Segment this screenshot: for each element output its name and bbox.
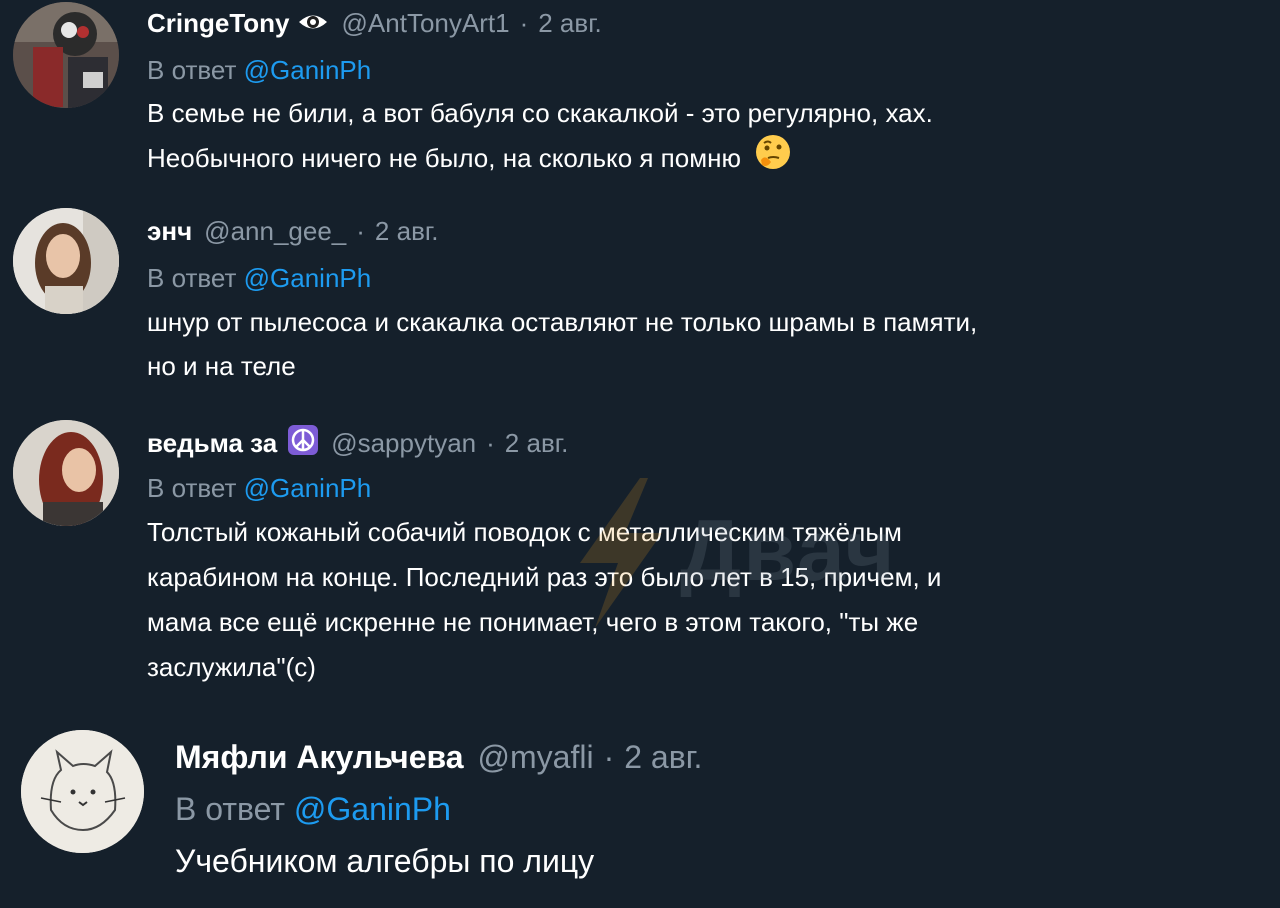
thinking-face-icon — [755, 134, 791, 182]
reply-prefix: В ответ — [147, 473, 237, 503]
reply-context: В ответ @GaninPh — [147, 55, 933, 86]
tweet-2[interactable]: энч @ann_gee_ · 2 авг. В ответ @GaninPh … — [0, 200, 1280, 410]
avatar[interactable] — [13, 208, 119, 314]
author-handle[interactable]: @ann_gee_ — [204, 216, 346, 247]
tweet-text-line: но и на теле — [147, 351, 296, 381]
reply-prefix: В ответ — [147, 263, 237, 293]
tweet-date[interactable]: 2 авг. — [375, 216, 439, 247]
eye-icon — [298, 8, 328, 39]
reply-context: В ответ @GaninPh — [147, 473, 941, 504]
tweet-date[interactable]: 2 авг. — [624, 739, 702, 776]
tweet-text-line: шнур от пылесоса и скакалка оставляют не… — [147, 307, 978, 337]
separator: · — [519, 7, 529, 38]
tweet-3[interactable]: ведьма за @sappytyan · 2 авг. В ответ @G… — [0, 410, 1280, 710]
reply-prefix: В ответ — [175, 791, 286, 827]
author-name[interactable]: энч — [147, 216, 192, 247]
avatar[interactable] — [13, 420, 119, 526]
tweet-date[interactable]: 2 авг. — [505, 428, 569, 459]
author-name[interactable]: Мяфли Акульчева — [175, 739, 464, 776]
author-name[interactable]: ведьма за — [147, 428, 277, 459]
tweet-text-line: В семье не били, а вот бабуля со скакалк… — [147, 98, 933, 128]
author-handle[interactable]: @sappytyan — [331, 428, 476, 459]
tweet-text: Толстый кожаный собачий поводок с металл… — [147, 510, 941, 690]
separator: · — [356, 215, 365, 246]
tweet-1[interactable]: CringeTony @AntTonyArt1 · 2 авг. В ответ… — [0, 0, 1280, 200]
separator: · — [603, 738, 615, 775]
tweet-text: шнур от пылесоса и скакалка оставляют не… — [147, 300, 977, 388]
peace-symbol-icon — [287, 424, 319, 463]
reply-mention[interactable]: @GaninPh — [244, 263, 372, 293]
tweet-4[interactable]: Мяфли Акульчева @myafli · 2 авг. В ответ… — [0, 715, 1280, 908]
avatar[interactable] — [13, 2, 119, 108]
author-name[interactable]: CringeTony — [147, 8, 290, 39]
author-handle[interactable]: @myafli — [478, 739, 594, 776]
tweet-text-line: заслужила"(с) — [147, 652, 316, 682]
reply-mention[interactable]: @GaninPh — [244, 55, 372, 85]
tweet-date[interactable]: 2 авг. — [538, 8, 602, 39]
tweet-text-line: Учебником алгебры по лицу — [175, 843, 595, 879]
reply-mention[interactable]: @GaninPh — [294, 791, 451, 827]
tweet-text-line: мама все ещё искренне не понимает, чего … — [147, 607, 919, 637]
tweet-text: В семье не били, а вот бабуля со скакалк… — [147, 92, 933, 182]
avatar[interactable] — [21, 730, 144, 853]
tweet-text: Учебником алгебры по лицу — [175, 836, 702, 886]
author-handle[interactable]: @AntTonyArt1 — [342, 8, 510, 39]
reply-context: В ответ @GaninPh — [175, 791, 702, 828]
separator: · — [486, 427, 495, 458]
tweet-text-line: Необычного ничего не было, на сколько я … — [147, 143, 741, 173]
reply-mention[interactable]: @GaninPh — [244, 473, 372, 503]
tweet-text-line: Толстый кожаный собачий поводок с металл… — [147, 517, 902, 547]
reply-prefix: В ответ — [147, 55, 237, 85]
reply-context: В ответ @GaninPh — [147, 263, 977, 294]
tweet-text-line: карабином на конце. Последний раз это бы… — [147, 562, 942, 592]
